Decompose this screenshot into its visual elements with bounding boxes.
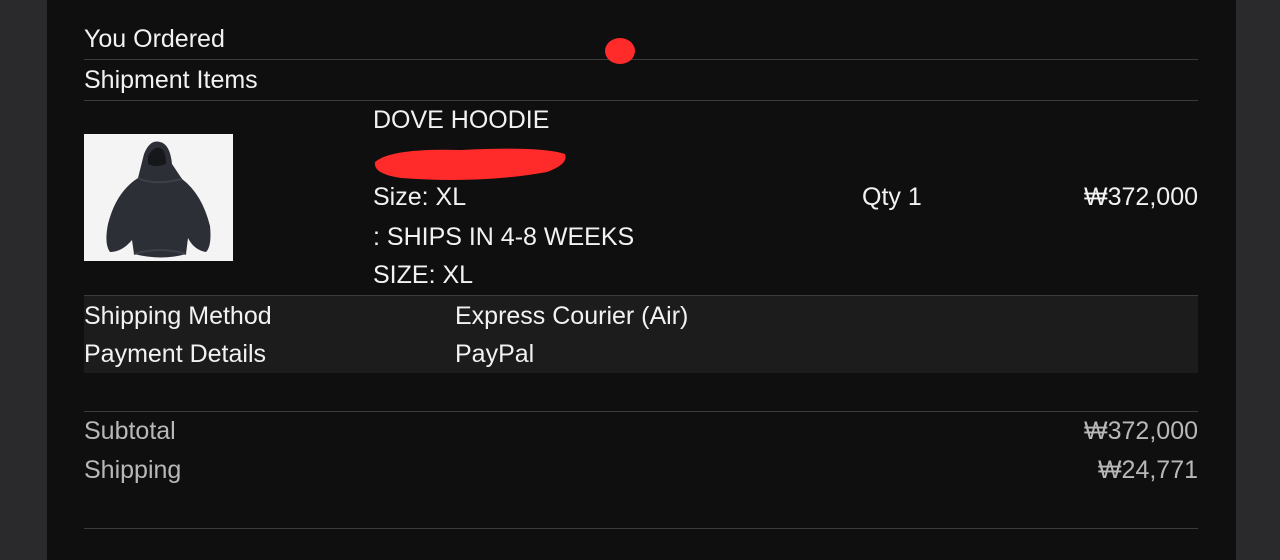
payment-details-value: PayPal bbox=[455, 340, 535, 368]
divider bbox=[84, 411, 1198, 412]
you-ordered-heading: You Ordered bbox=[84, 25, 225, 53]
product-size-caps: SIZE: XL bbox=[373, 261, 474, 289]
divider bbox=[84, 528, 1198, 529]
product-name[interactable]: DOVE HOODIE bbox=[373, 105, 549, 135]
shipping-method-value: Express Courier (Air) bbox=[455, 302, 689, 330]
order-details: Shipping Method Express Courier (Air) Pa… bbox=[84, 296, 1198, 373]
hoodie-image bbox=[84, 134, 233, 261]
product-price: ₩372,000 bbox=[1084, 183, 1198, 211]
shipping-value: ₩24,771 bbox=[1097, 456, 1198, 484]
order-panel: You Ordered Shipment Items DOVE HOODIE S… bbox=[47, 0, 1236, 560]
shipping-label: Shipping bbox=[84, 456, 182, 484]
subtotal-value: ₩372,000 bbox=[1084, 417, 1198, 445]
subtotal-label: Subtotal bbox=[84, 417, 176, 445]
product-image[interactable] bbox=[84, 134, 233, 261]
shipping-method-label: Shipping Method bbox=[84, 302, 272, 330]
redaction-mark bbox=[374, 148, 566, 180]
divider bbox=[84, 100, 1198, 101]
red-dot-mark bbox=[605, 38, 635, 64]
product-shipping-note: : SHIPS IN 4-8 WEEKS bbox=[373, 223, 635, 251]
divider bbox=[84, 59, 1198, 60]
product-size: Size: XL bbox=[373, 183, 467, 211]
payment-details-label: Payment Details bbox=[84, 340, 267, 368]
product-quantity: Qty 1 bbox=[862, 183, 922, 211]
shipment-items-heading: Shipment Items bbox=[84, 66, 258, 94]
